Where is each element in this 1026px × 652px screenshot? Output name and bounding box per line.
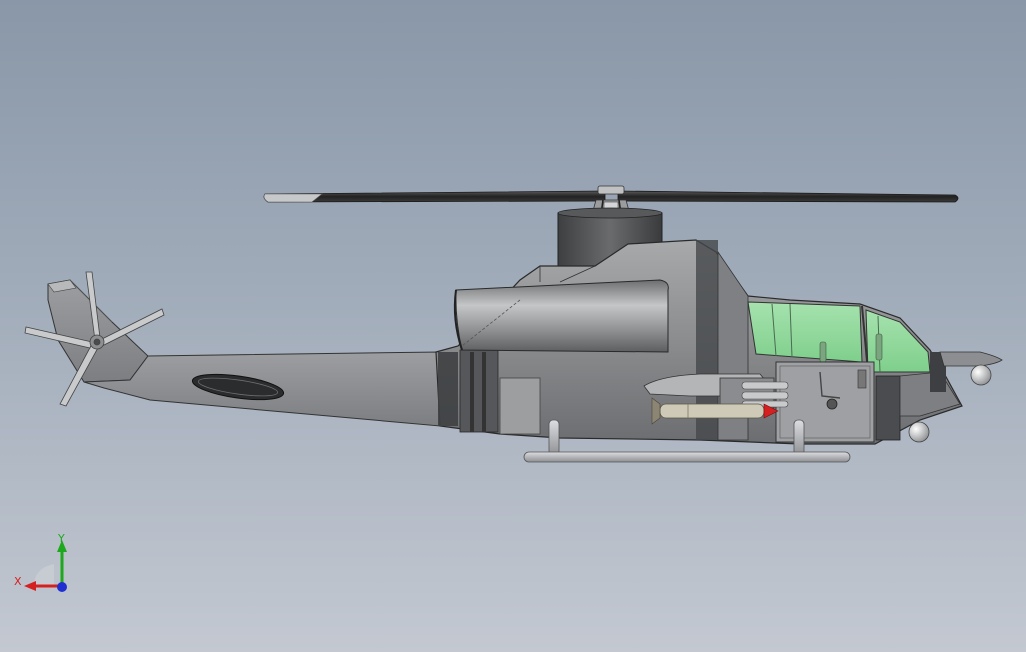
engine-intake [453, 279, 669, 353]
x-axis-label: X [14, 575, 22, 588]
reference-triad: X Y [14, 532, 67, 592]
y-axis-label: Y [57, 532, 65, 545]
graphics-viewport[interactable]: X Y [0, 0, 1026, 652]
z-axis-dot [57, 582, 67, 592]
helicopter-model[interactable] [0, 0, 1026, 652]
x-arrow-head [24, 581, 36, 591]
